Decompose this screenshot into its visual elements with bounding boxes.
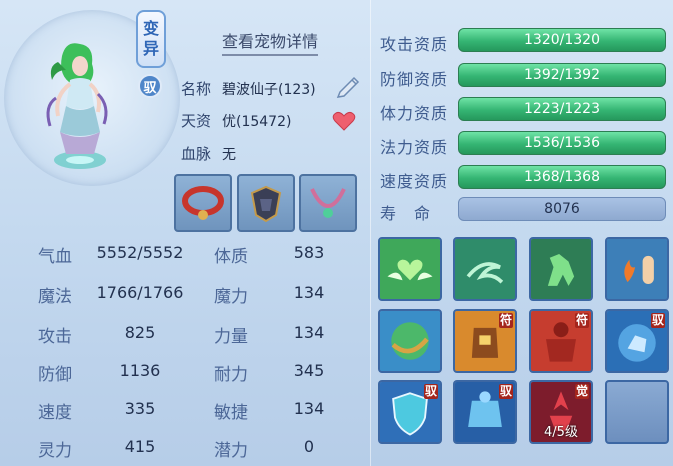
aptitude-stat-label: 速度资质 [380,172,449,191]
stat-value: 335 [124,399,156,418]
dark-armor-icon [250,185,282,223]
aptitude-stat-bar: 1223/1223 [458,97,666,121]
aptitude-stat-value: 1536/1536 [524,135,600,151]
earth-water-orb-icon [380,311,440,371]
aptitude-stat-value: 1223/1223 [524,101,600,117]
stat-value: 5552/5552 [96,243,184,262]
stat-label: 魔法 [38,287,72,307]
attribute-label: 力量 [214,327,248,347]
aptitude-stat-value: 1368/1368 [524,169,600,185]
aptitude-stat-bar: 1320/1320 [458,28,666,52]
aptitude-stat-value: 1392/1392 [524,67,600,83]
equipment-slot-necklace[interactable] [299,174,357,232]
green-heart-wings-icon [380,239,440,299]
aptitude-stat-value: 1320/1320 [524,32,600,48]
green-horse-icon [531,239,591,299]
skill-tag: 觉 [574,384,589,399]
aptitude-stat-bar: 1536/1536 [458,131,666,155]
lifespan-bar: 8076 [458,197,666,221]
mutation-badge-char-2: 异 [142,39,159,58]
stat-label: 气血 [38,247,72,267]
mutation-badge-char-1: 变 [142,19,159,38]
skill-tag: 驭 [423,384,438,399]
skill-slot-empty[interactable] [605,380,669,444]
skill-slot[interactable] [529,237,593,301]
skill-slot[interactable]: 驭 [605,309,669,373]
rename-pencil-icon[interactable] [334,72,362,98]
skill-slot[interactable] [378,237,442,301]
lifespan-value: 8076 [544,201,580,217]
attribute-value: 583 [293,243,325,262]
skill-tag: 符 [574,313,589,328]
equipment-slot-collar[interactable] [174,174,232,232]
aptitude-stat-label: 攻击资质 [380,35,449,54]
attribute-label: 敏捷 [214,403,248,423]
stat-value: 825 [124,323,156,342]
attribute-value: 134 [293,323,325,342]
skill-tag: 驭 [650,313,665,328]
fire-hand-icon [607,239,667,299]
equipment-slot-armor[interactable] [237,174,295,232]
attribute-label: 耐力 [214,365,248,385]
red-collar-icon [182,186,224,220]
stat-value: 415 [124,437,156,456]
attribute-label: 魔力 [214,287,248,307]
aptitude-stat-bar: 1368/1368 [458,165,666,189]
name-label: 名称 [181,80,212,98]
skill-slot[interactable] [378,309,442,373]
tamed-badge: 驭 [138,74,162,98]
skill-slot[interactable]: 驭 [453,380,517,444]
skill-tag: 驭 [498,384,513,399]
mutation-badge: 变 异 [136,10,166,68]
attribute-value: 0 [303,437,315,456]
lifespan-label: 寿 命 [380,204,432,223]
attribute-label: 潜力 [214,441,248,461]
skill-level: 4/5级 [544,425,578,440]
jade-necklace-icon [310,188,346,218]
aptitude-stat-label: 防御资质 [380,70,449,89]
attribute-value: 134 [293,283,325,302]
stat-label: 速度 [38,403,72,423]
attribute-value: 134 [293,399,325,418]
stat-label: 灵力 [38,441,72,461]
aptitude-stat-label: 体力资质 [380,104,449,123]
skill-tag: 符 [498,313,513,328]
attribute-label: 体质 [214,247,248,267]
panel-divider [370,0,371,466]
skill-slot[interactable] [605,237,669,301]
aptitude-value: 优(15472) [222,114,292,130]
stat-label: 防御 [38,365,72,385]
bloodline-value: 无 [222,147,236,163]
skill-slot[interactable] [453,237,517,301]
stat-label: 攻击 [38,327,72,347]
skill-slot[interactable]: 驭 [378,380,442,444]
bloodline-label: 血脉 [181,145,212,163]
pet-figure-image [46,43,108,169]
aptitude-stat-label: 法力资质 [380,138,449,157]
skill-slot[interactable]: 符 [453,309,517,373]
aptitude-label: 天资 [181,112,212,130]
attribute-value: 345 [293,361,325,380]
view-pet-details-link[interactable]: 查看宠物详情 [222,28,319,56]
stat-value: 1136 [119,361,161,380]
green-wind-swirl-icon [455,239,515,299]
name-value: 碧波仙子(123) [222,82,316,98]
stat-value: 1766/1766 [96,283,184,302]
skill-slot[interactable]: 觉 4/5级 [529,380,593,444]
aptitude-stat-bar: 1392/1392 [458,63,666,87]
skill-slot[interactable]: 符 [529,309,593,373]
heart-icon[interactable] [332,110,356,132]
